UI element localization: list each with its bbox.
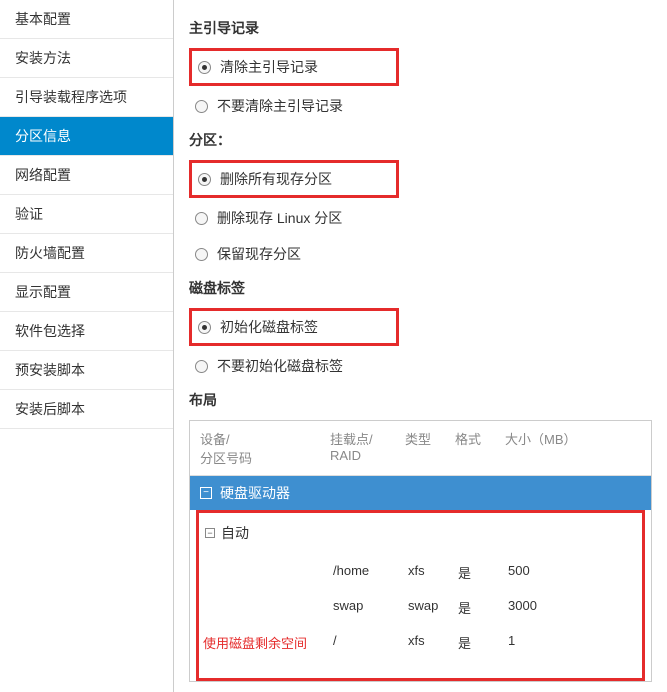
radio-icon (195, 248, 208, 261)
sidebar: 基本配置 安装方法 引导装载程序选项 分区信息 网络配置 验证 防火墙配置 显示… (0, 0, 174, 692)
partition-rows: − 自动 /home xfs 是 500 swap swap 是 3000 (196, 510, 645, 681)
header-format: 格式 (455, 429, 505, 467)
cell-mount: swap (333, 598, 408, 617)
table-row[interactable]: /home xfs 是 500 (203, 555, 638, 590)
radio-icon (195, 360, 208, 373)
radio-label: 删除现存 Linux 分区 (217, 208, 342, 228)
partition-option-deleteall[interactable]: 删除所有现存分区 (189, 160, 399, 198)
layout-box: 设备/ 分区号码 挂载点/ RAID 类型 格式 大小（MB） − 硬盘驱动器 … (189, 420, 652, 682)
hdd-label: 硬盘驱动器 (220, 483, 290, 503)
header-mount: 挂载点/ RAID (330, 429, 405, 467)
mbr-option-clear[interactable]: 清除主引导记录 (189, 48, 399, 86)
cell-type: swap (408, 598, 458, 617)
cell-format: 是 (458, 598, 508, 617)
sidebar-item-basic[interactable]: 基本配置 (0, 0, 173, 39)
sidebar-item-firewall[interactable]: 防火墙配置 (0, 234, 173, 273)
layout-title: 布局 (189, 390, 652, 410)
partition-option-keep[interactable]: 保留现存分区 (189, 238, 652, 270)
collapse-icon: − (200, 487, 212, 499)
header-size: 大小（MB） (505, 429, 605, 467)
sidebar-item-bootloader[interactable]: 引导装载程序选项 (0, 78, 173, 117)
sidebar-item-network[interactable]: 网络配置 (0, 156, 173, 195)
main-content: 主引导记录 清除主引导记录 不要清除主引导记录 分区： 删除所有现存分区 删除现… (174, 0, 667, 692)
radio-label: 初始化磁盘标签 (220, 317, 318, 337)
table-row[interactable]: 使用磁盘剩余空间 / xfs 是 1 (203, 625, 638, 660)
radio-icon (195, 212, 208, 225)
radio-label: 删除所有现存分区 (220, 169, 332, 189)
cell-format: 是 (458, 563, 508, 582)
radio-label: 清除主引导记录 (220, 57, 318, 77)
sidebar-item-auth[interactable]: 验证 (0, 195, 173, 234)
auto-row[interactable]: − 自动 (203, 519, 638, 555)
cell-type: xfs (408, 563, 458, 582)
cell-format: 是 (458, 633, 508, 652)
radio-icon (198, 321, 211, 334)
cell-mount: / (333, 633, 408, 652)
radio-label: 不要清除主引导记录 (217, 96, 343, 116)
table-header: 设备/ 分区号码 挂载点/ RAID 类型 格式 大小（MB） (190, 421, 651, 476)
cell-size: 3000 (508, 598, 608, 617)
cell-device (203, 598, 333, 617)
radio-icon (198, 61, 211, 74)
partition-option-deletelinux[interactable]: 删除现存 Linux 分区 (189, 202, 652, 234)
cell-mount: /home (333, 563, 408, 582)
radio-icon (198, 173, 211, 186)
cell-type: xfs (408, 633, 458, 652)
auto-label: 自动 (221, 523, 249, 543)
radio-icon (195, 100, 208, 113)
table-row[interactable]: swap swap 是 3000 (203, 590, 638, 625)
radio-label: 不要初始化磁盘标签 (217, 356, 343, 376)
cell-device (203, 563, 333, 582)
sidebar-item-install[interactable]: 安装方法 (0, 39, 173, 78)
disklabel-option-noinit[interactable]: 不要初始化磁盘标签 (189, 350, 652, 382)
sidebar-item-display[interactable]: 显示配置 (0, 273, 173, 312)
hdd-bar[interactable]: − 硬盘驱动器 (190, 476, 651, 510)
cell-device-remaining: 使用磁盘剩余空间 (203, 633, 333, 652)
header-type: 类型 (405, 429, 455, 467)
sidebar-item-partition[interactable]: 分区信息 (0, 117, 173, 156)
mbr-option-noclear[interactable]: 不要清除主引导记录 (189, 90, 652, 122)
disklabel-title: 磁盘标签 (189, 278, 652, 298)
cell-size: 500 (508, 563, 608, 582)
radio-label: 保留现存分区 (217, 244, 301, 264)
partition-title: 分区： (189, 130, 652, 150)
header-device: 设备/ 分区号码 (200, 429, 330, 467)
sidebar-item-prescript[interactable]: 预安装脚本 (0, 351, 173, 390)
sidebar-item-packages[interactable]: 软件包选择 (0, 312, 173, 351)
sidebar-item-postscript[interactable]: 安装后脚本 (0, 390, 173, 429)
disklabel-option-init[interactable]: 初始化磁盘标签 (189, 308, 399, 346)
cell-size: 1 (508, 633, 608, 652)
collapse-icon: − (205, 528, 215, 538)
mbr-title: 主引导记录 (189, 18, 652, 38)
